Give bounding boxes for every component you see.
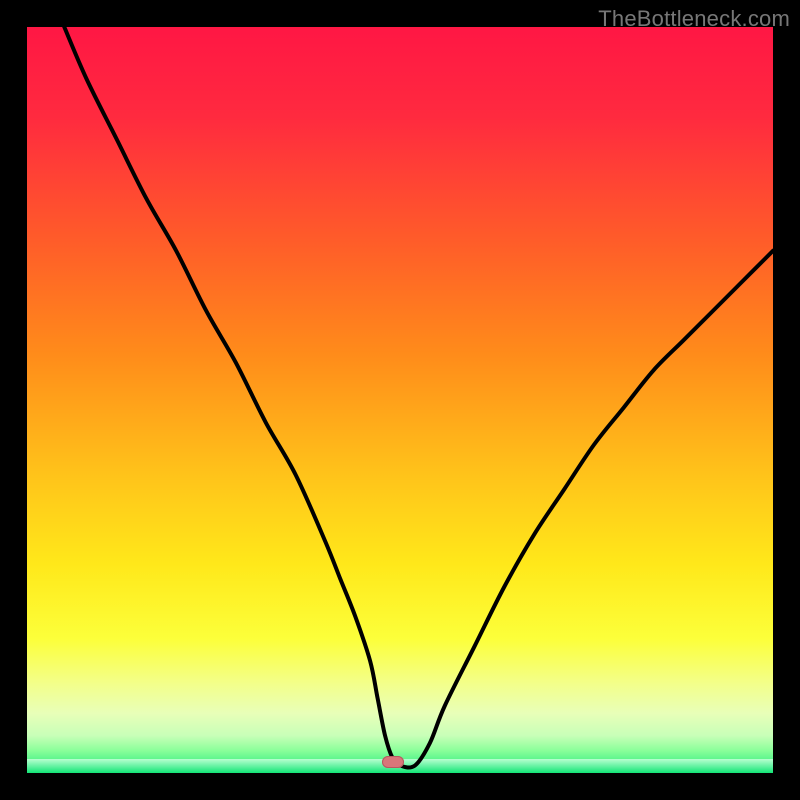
- curve-layer: [27, 27, 773, 773]
- watermark-label: TheBottleneck.com: [598, 6, 790, 32]
- current-config-marker: [382, 756, 404, 768]
- chart-frame: TheBottleneck.com: [0, 0, 800, 800]
- plot-area: [27, 27, 773, 773]
- bottleneck-curve: [64, 27, 773, 768]
